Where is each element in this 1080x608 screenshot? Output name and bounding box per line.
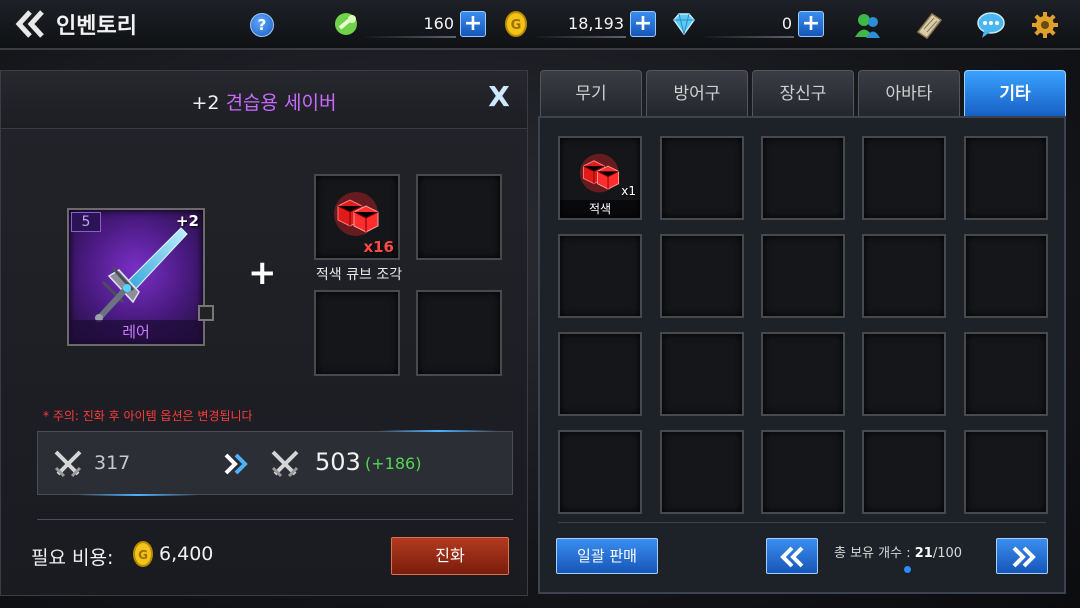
settings-gear-icon[interactable] [1030, 10, 1060, 40]
item-enhance-badge: +2 [175, 212, 199, 230]
next-page-button[interactable] [996, 538, 1048, 574]
material-name: 적색 큐브 조각 [315, 267, 403, 283]
owned-count-label: 총 보유 개수 : 21/100 [834, 542, 962, 561]
inventory-slot[interactable] [558, 332, 642, 416]
item-count: x1 [621, 184, 636, 198]
inventory-slot[interactable] [558, 234, 642, 318]
double-chevron-right-icon [1012, 546, 1036, 568]
inventory-slot[interactable] [862, 136, 946, 220]
tab-etc[interactable]: 기타 [964, 70, 1066, 116]
top-bar: 인벤토리 ? 160 + G 18,193 + 0 + [0, 0, 1080, 50]
inventory-slot[interactable] [862, 430, 946, 514]
double-chevron-left-icon [780, 546, 804, 568]
friends-icon[interactable] [852, 10, 882, 40]
add-stamina-button[interactable]: + [460, 11, 486, 37]
double-chevron-right-icon [224, 453, 248, 475]
material-slot-4[interactable] [416, 290, 502, 376]
tab-avatar[interactable]: 아바타 [858, 70, 960, 116]
tab-armor[interactable]: 방어구 [646, 70, 748, 116]
gold-value: 18,193 [568, 14, 624, 33]
divider [558, 522, 1046, 523]
double-chevron-left-icon [15, 10, 44, 38]
attack-swords-icon [54, 450, 82, 478]
gold-coin-icon: G [505, 11, 527, 37]
inventory-slot[interactable] [862, 234, 946, 318]
inventory-slot[interactable] [660, 430, 744, 514]
inventory-slot[interactable] [660, 234, 744, 318]
owned-count: 21 [914, 546, 933, 561]
inventory-slot[interactable] [558, 430, 642, 514]
tab-accessory[interactable]: 장신구 [752, 70, 854, 116]
cost-value: 6,400 [159, 543, 214, 565]
svg-text:G: G [511, 18, 522, 33]
back-button[interactable] [14, 9, 48, 39]
inventory-slot[interactable] [964, 136, 1048, 220]
inventory-slot[interactable] [964, 430, 1048, 514]
saber-icon [95, 227, 188, 322]
item-rarity-label: 레어 [69, 320, 203, 344]
item-name: 견습용 세이버 [225, 92, 337, 114]
inventory-slot[interactable] [761, 234, 845, 318]
current-attack-value: 317 [94, 452, 131, 474]
item-level-badge: 5 [71, 212, 101, 232]
evolve-panel: +2 견습용 세이버 X 5 +2 레어 + x16 적색 큐브 조각 * 주의… [0, 70, 528, 596]
prev-page-button[interactable] [766, 538, 818, 574]
quest-scroll-icon[interactable] [914, 10, 944, 40]
gold-resource: G 18,193 + [502, 10, 662, 38]
inventory-panel: x1 적색 일괄 판매 총 보유 개수 : 21/100 [538, 116, 1066, 594]
stamina-resource: 160 + [332, 10, 492, 38]
inventory-slot[interactable] [862, 332, 946, 416]
gold-coin-icon: G [133, 541, 153, 567]
svg-text:G: G [138, 548, 148, 562]
material-slot-3[interactable] [314, 290, 400, 376]
inventory-slot[interactable] [660, 332, 744, 416]
diamond-resource: 0 + [670, 10, 830, 38]
help-button[interactable]: ? [250, 13, 274, 37]
stamina-icon [335, 13, 357, 35]
add-diamond-button[interactable]: + [798, 11, 824, 37]
stat-comparison: 317 503 (+186) [37, 430, 513, 496]
page-indicator-dot [904, 566, 911, 573]
tab-weapon[interactable]: 무기 [540, 70, 642, 116]
add-gold-button[interactable]: + [630, 11, 656, 37]
diamond-icon [673, 13, 695, 36]
weapon-slot[interactable]: 5 +2 레어 [67, 208, 205, 346]
item-title: +2 견습용 세이버 [1, 88, 527, 115]
stamina-value: 160 [423, 14, 454, 33]
owned-label-text: 총 보유 개수 : [834, 546, 911, 561]
divider [37, 519, 513, 520]
evolve-button[interactable]: 진화 [391, 537, 509, 575]
material-slot-2[interactable] [416, 174, 502, 260]
inventory-slot[interactable] [964, 332, 1048, 416]
inventory-slot[interactable] [761, 136, 845, 220]
diamond-value: 0 [781, 14, 792, 33]
inventory-slot[interactable] [761, 430, 845, 514]
inventory-slot[interactable]: x1 적색 [558, 136, 642, 220]
attack-swords-icon [271, 450, 299, 478]
inventory-slot[interactable] [964, 234, 1048, 318]
new-attack-value: 503 [315, 448, 361, 476]
attack-increase: (+186) [365, 454, 422, 473]
item-name: 적색 [560, 200, 640, 218]
evolve-warning: * 주의: 진화 후 아이템 옵션은 변경됩니다 [43, 409, 253, 423]
inventory-slot[interactable] [660, 136, 744, 220]
material-slot-1[interactable]: x16 [314, 174, 400, 260]
evolve-panel-header: +2 견습용 세이버 X [1, 71, 527, 129]
plus-sign: + [248, 253, 277, 293]
page-title: 인벤토리 [56, 14, 137, 39]
red-cube-icon [334, 192, 379, 236]
inventory-slot[interactable] [761, 332, 845, 416]
lock-checkbox[interactable] [198, 305, 214, 321]
bulk-sell-button[interactable]: 일괄 판매 [556, 538, 658, 574]
close-button[interactable]: X [485, 83, 513, 111]
owned-max: /100 [932, 546, 963, 561]
material-count: x16 [363, 238, 394, 256]
red-cube-icon [579, 153, 620, 193]
chat-icon[interactable] [976, 10, 1006, 40]
cost-label: 필요 비용: [31, 547, 114, 569]
item-enhance-level: +2 [191, 92, 220, 114]
